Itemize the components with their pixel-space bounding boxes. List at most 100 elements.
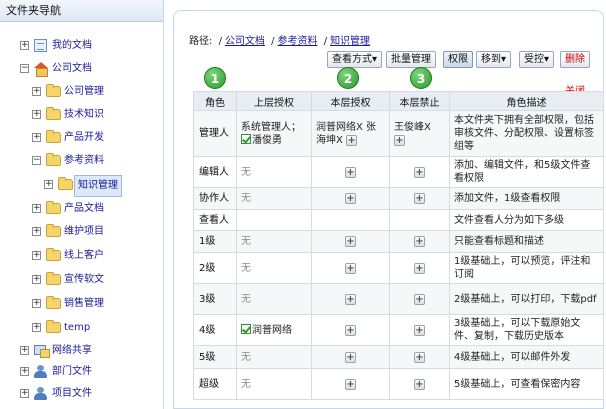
table-header-row: 角色 上层授权 本层授权 本层禁止 角色描述: [193, 91, 604, 111]
table-row: 1级 无 + + 只能查看标题和描述: [193, 230, 604, 253]
checkbox-icon[interactable]: [241, 133, 251, 144]
breadcrumb: 路径: / 公司文档 / 参考资料 / 知识管理: [189, 36, 371, 47]
add-forbid-button[interactable]: +: [414, 166, 425, 178]
add-auth-button[interactable]: +: [345, 293, 356, 305]
tree-item-label: 参考资料: [64, 155, 104, 166]
upper-auth-cell: 无: [236, 368, 312, 400]
forbid-cell: 王俊峰X +: [389, 110, 450, 157]
table-row: 4级 润普网络 + + 3级基础上，可以下载原始文件、复制，下载历史版本: [193, 314, 604, 346]
expand-toggle[interactable]: +: [20, 389, 29, 398]
add-auth-button[interactable]: +: [345, 351, 356, 363]
folder-icon: [46, 201, 62, 215]
tree-item-label: 知识管理: [74, 175, 122, 197]
expand-toggle[interactable]: +: [32, 110, 41, 119]
role-cell: 管理人: [193, 110, 237, 157]
folder-icon: [46, 296, 62, 310]
permission-table: 角色 上层授权 本层授权 本层禁止 角色描述 管理人 系统管理人； 潘俊勇 润普网…: [193, 91, 604, 400]
add-forbid-button[interactable]: +: [414, 262, 425, 274]
tree-item-label: 宣传软文: [64, 274, 104, 285]
view-mode-dropdown[interactable]: 查看方式▾: [327, 51, 383, 68]
current-auth-cell: [311, 209, 390, 231]
tree-item-label: 技术知识: [64, 109, 104, 120]
upper-auth-cell: 润普网络: [236, 314, 312, 346]
expand-toggle[interactable]: +: [32, 227, 41, 236]
table-row: 3级 无 + + 2级基础上，可以打印，下载pdf: [193, 283, 604, 315]
upper-auth-user: 润普网络: [252, 324, 292, 336]
breadcrumb-link-reference[interactable]: 参考资料: [278, 36, 318, 47]
desc-cell: 3级基础上，可以下载原始文件、复制，下载历史版本: [449, 314, 604, 346]
forbid-cell: +: [389, 156, 450, 188]
table-row: 2级 无 + + 1级基础上，可以预览，评注和订阅: [193, 252, 604, 284]
checkbox-icon[interactable]: [241, 323, 251, 334]
expand-toggle[interactable]: +: [44, 180, 53, 189]
add-forbid-button[interactable]: +: [414, 324, 425, 336]
add-forbid-button[interactable]: +: [414, 293, 425, 305]
role-cell: 5级: [193, 345, 237, 369]
add-auth-button[interactable]: +: [345, 193, 356, 204]
role-cell: 1级: [193, 230, 237, 253]
add-auth-button[interactable]: +: [345, 166, 356, 178]
expand-toggle[interactable]: +: [20, 367, 29, 376]
table-row: 5级 无 + + 4级基础上，可以邮件外发: [193, 345, 604, 369]
step-marker-2: 2: [337, 67, 359, 89]
people-icon: [34, 365, 50, 378]
tree-item-label: 维护项目: [64, 226, 104, 237]
current-auth-cell: 润普网络X 张海坤X +: [311, 110, 390, 157]
desc-cell: 2级基础上，可以打印，下载pdf: [449, 283, 604, 315]
desc-cell: 添加文件，1级查看权限: [449, 187, 604, 210]
role-cell: 2级: [193, 252, 237, 284]
tree-item-label: 产品文档: [64, 203, 104, 214]
move-to-dropdown[interactable]: 移到▾: [476, 51, 512, 68]
column-header-role: 角色: [193, 91, 237, 111]
expand-toggle[interactable]: +: [32, 87, 41, 96]
expand-toggle[interactable]: +: [32, 133, 41, 142]
upper-auth-cell: 无: [236, 345, 312, 369]
breadcrumb-link-knowledge-mgmt[interactable]: 知识管理: [330, 36, 370, 47]
folder-icon: [46, 248, 62, 262]
desc-cell: 5级基础上，可查看保密内容: [449, 368, 604, 400]
folder-icon: [58, 177, 74, 191]
network-share-icon: [34, 344, 50, 358]
forbid-cell: +: [389, 345, 450, 369]
add-auth-button[interactable]: +: [346, 134, 358, 146]
expand-toggle[interactable]: +: [32, 275, 41, 284]
tree-item-label: 项目文件: [52, 388, 92, 399]
expand-toggle[interactable]: +: [32, 299, 41, 308]
column-header-current-auth: 本层授权: [311, 91, 390, 111]
home-icon: [34, 62, 50, 77]
expand-toggle[interactable]: +: [20, 346, 29, 355]
add-auth-button[interactable]: +: [345, 324, 356, 336]
expand-toggle[interactable]: +: [32, 251, 41, 260]
expand-toggle[interactable]: +: [32, 204, 41, 213]
table-row: 管理人 系统管理人； 潘俊勇 润普网络X 张海坤X + 王俊峰X + 本文件夹下拥有…: [193, 110, 604, 157]
upper-auth-cell: [236, 209, 312, 231]
add-forbid-button[interactable]: +: [414, 378, 425, 390]
collapse-toggle[interactable]: −: [32, 156, 41, 165]
add-forbid-button[interactable]: +: [414, 351, 425, 363]
add-auth-button[interactable]: +: [345, 378, 356, 390]
add-forbid-button[interactable]: +: [414, 193, 425, 204]
controlled-dropdown[interactable]: 受控▾: [519, 51, 555, 68]
current-auth-cell: +: [311, 187, 390, 210]
current-auth-cell: +: [311, 314, 390, 346]
folder-tree-panel: 文件夹导航 + 我的文档 − 公司文档 + 公司管理 + 技术知识 + 产品开发…: [0, 0, 164, 409]
column-header-role-desc: 角色描述: [449, 91, 604, 111]
batch-manage-button[interactable]: 批量管理: [386, 51, 436, 68]
forbid-cell: +: [389, 368, 450, 400]
add-forbid-button[interactable]: +: [394, 134, 405, 146]
delete-button[interactable]: 删除: [560, 51, 590, 68]
role-cell: 协作人: [193, 187, 237, 210]
permission-button[interactable]: 权限: [443, 51, 473, 68]
tree-item-label: 部门文件: [52, 366, 92, 377]
folder-icon: [46, 153, 62, 167]
expand-toggle[interactable]: +: [32, 323, 41, 332]
add-auth-button[interactable]: +: [345, 236, 356, 247]
role-cell: 4级: [193, 314, 237, 346]
add-auth-button[interactable]: +: [345, 262, 356, 274]
breadcrumb-link-company-docs[interactable]: 公司文档: [225, 36, 265, 47]
upper-auth-cell: 无: [236, 283, 312, 315]
folder-icon: [46, 84, 62, 98]
add-forbid-button[interactable]: +: [414, 236, 425, 247]
collapse-toggle[interactable]: −: [20, 64, 29, 73]
expand-toggle[interactable]: +: [20, 41, 29, 50]
